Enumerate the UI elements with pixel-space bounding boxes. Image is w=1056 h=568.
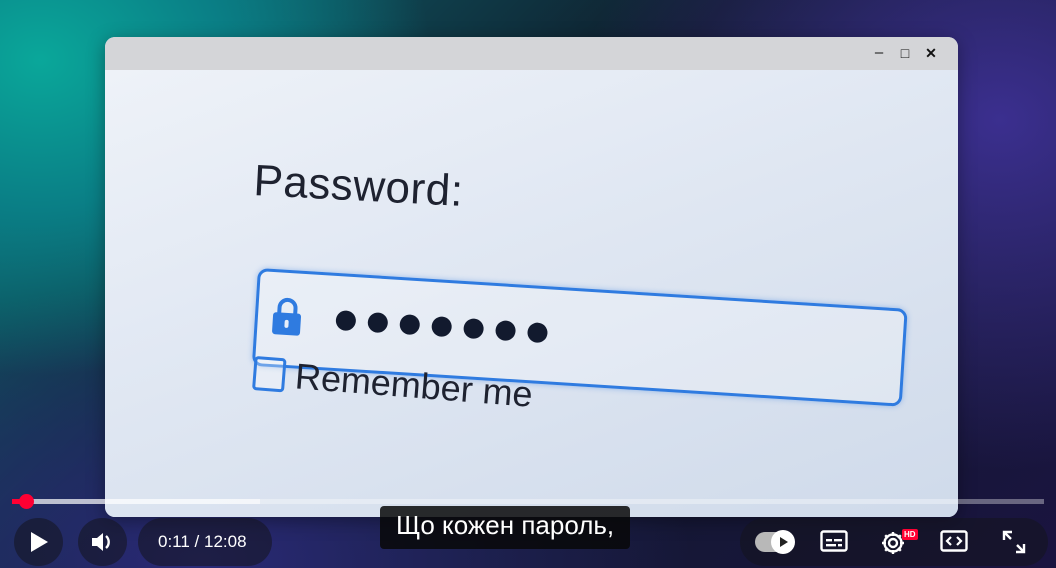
password-dot <box>399 314 421 336</box>
play-icon <box>31 532 48 552</box>
password-masked-value <box>335 310 560 344</box>
lock-icon <box>272 297 302 336</box>
progress-scrubber[interactable] <box>19 494 34 509</box>
fullscreen-icon[interactable] <box>1001 529 1027 555</box>
password-dot <box>494 320 517 342</box>
progress-bar[interactable] <box>12 499 1044 504</box>
time-display: 0:11 / 12:08 <box>158 532 247 551</box>
login-panel: Password: Remember me <box>105 70 958 517</box>
play-button[interactable] <box>14 518 63 566</box>
maximize-button[interactable]: □ <box>896 44 914 62</box>
remember-me-checkbox[interactable] <box>252 355 287 393</box>
hd-badge: HD <box>902 529 918 540</box>
progress-buffered <box>12 499 260 504</box>
volume-button[interactable] <box>78 518 127 566</box>
app-window: – □ ✕ Password: Remember me <box>105 37 958 517</box>
password-dot <box>463 318 485 340</box>
password-dot <box>367 312 389 334</box>
autoplay-toggle[interactable] <box>755 530 795 554</box>
password-label: Password: <box>252 156 465 216</box>
autoplay-toggle-icon <box>771 530 795 554</box>
volume-icon <box>92 533 110 551</box>
miniplayer-icon[interactable] <box>940 530 968 552</box>
password-dot <box>431 316 453 338</box>
window-titlebar: – □ ✕ <box>105 37 958 70</box>
password-dot <box>526 322 549 344</box>
password-dot <box>335 310 357 332</box>
minimize-button[interactable]: – <box>870 44 888 62</box>
subtitles-icon[interactable] <box>820 530 848 552</box>
subtitle-caption: Що кожен пароль, <box>380 506 631 549</box>
close-button[interactable]: ✕ <box>922 44 940 62</box>
